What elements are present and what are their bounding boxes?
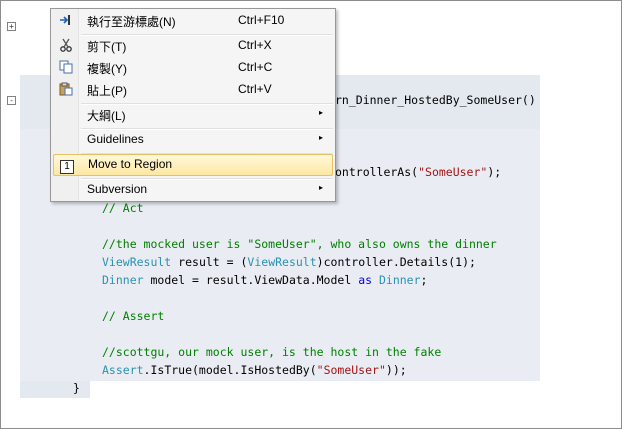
copy-icon [58, 60, 74, 76]
submenu-arrow-icon: ▸ [319, 133, 324, 142]
dinner-model-line: Dinner model = result.ViewData.Model as … [102, 273, 428, 287]
assert-comment-line: // Assert [102, 309, 165, 323]
menu-item-guidelines[interactable]: Guidelines ▸ [53, 129, 333, 151]
menu-item-paste[interactable]: 貼上(P) Ctrl+V [53, 79, 333, 101]
scissors-icon [58, 38, 74, 54]
menu-item-move-to-region[interactable]: 1 Move to Region [53, 154, 333, 176]
menu-item-subversion[interactable]: Subversion ▸ [53, 179, 333, 201]
run-to-cursor-icon [58, 13, 74, 29]
assert-istrue-line: Assert.IsTrue(model.IsHostedBy("SomeUser… [102, 363, 407, 377]
collapse-region-icon[interactable]: - [7, 96, 16, 105]
paste-icon [58, 82, 74, 98]
closing-brace-line: } [73, 381, 80, 395]
submenu-arrow-icon: ▸ [319, 183, 324, 192]
move-to-region-icon: 1 [59, 157, 75, 174]
menu-item-cut[interactable]: 剪下(T) Ctrl+X [53, 35, 333, 57]
submenu-arrow-icon: ▸ [319, 108, 324, 117]
method-signature-line: rn_Dinner_HostedBy_SomeUser() [335, 93, 536, 107]
act-comment-line: // Act [102, 201, 144, 215]
viewresult-line: ViewResult result = (ViewResult)controll… [102, 255, 476, 269]
code-editor-window: rn_Dinner_HostedBy_SomeUser() ontrollerA… [0, 0, 622, 429]
menu-item-outlining[interactable]: 大綱(L) ▸ [53, 104, 333, 126]
scottgu-comment-line: //scottgu, our mock user, is the host in… [102, 345, 442, 359]
controller-setup-line: ontrollerAs("SomeUser"); [335, 165, 502, 179]
expand-region-icon[interactable]: + [7, 22, 16, 31]
outline-gutter: + - [1, 1, 19, 428]
context-menu: 執行至游標處(N) Ctrl+F10 剪下(T) Ctrl+X 複製(Y) Ct… [50, 8, 336, 202]
menu-item-run-to-cursor[interactable]: 執行至游標處(N) Ctrl+F10 [53, 10, 333, 32]
mock-comment-line: //the mocked user is "SomeUser", who als… [102, 237, 497, 251]
menu-item-copy[interactable]: 複製(Y) Ctrl+C [53, 57, 333, 79]
